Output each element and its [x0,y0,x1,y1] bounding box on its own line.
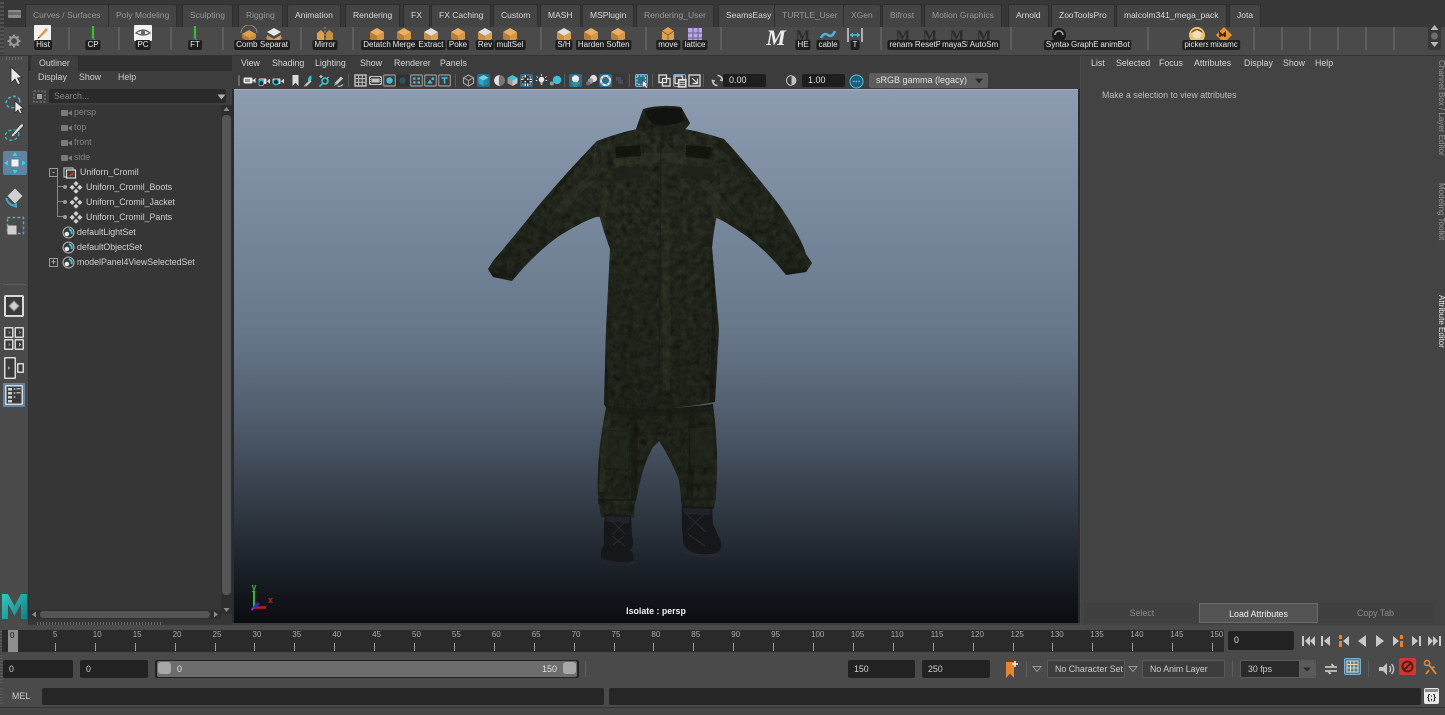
svg-text:x: x [268,595,273,605]
svg-text:M: M [765,25,787,49]
svg-text:y: y [251,582,256,592]
